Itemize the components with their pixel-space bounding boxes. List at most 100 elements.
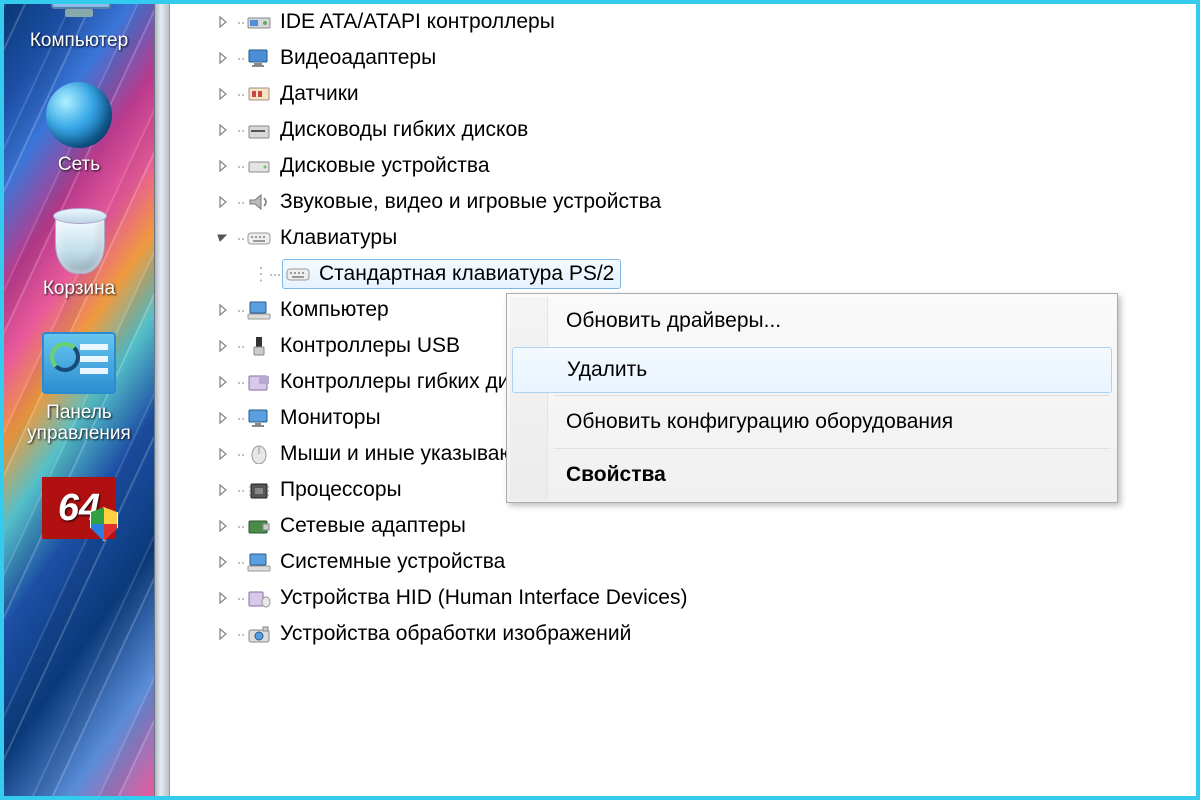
desktop-icon-label: Компьютер: [4, 30, 154, 52]
tree-category[interactable]: ·· Дисководы гибких дисков: [174, 112, 1192, 148]
tree-category-label: Клавиатуры: [280, 226, 397, 250]
tree-category-label: Устройства HID (Human Interface Devices): [280, 586, 687, 610]
tree-category[interactable]: ·· Клавиатуры: [174, 220, 1192, 256]
chevron-down-icon[interactable]: [216, 231, 230, 245]
tree-connector: ··: [236, 228, 244, 249]
desktop-icon-label: Корзина: [4, 278, 154, 300]
tree-connector: ··: [236, 624, 244, 645]
chevron-right-icon[interactable]: [216, 447, 230, 461]
tree-connector: ⋮···: [252, 264, 280, 285]
tree-category-label: Видеоадаптеры: [280, 46, 436, 70]
tree-connector: ··: [236, 192, 244, 213]
chevron-right-icon[interactable]: [216, 15, 230, 29]
chevron-right-icon[interactable]: [216, 123, 230, 137]
context-menu-item[interactable]: Свойства: [510, 451, 1114, 499]
ide-icon: [246, 11, 272, 33]
globe-icon: [42, 80, 116, 150]
fdc-icon: [246, 371, 272, 393]
tree-category-label: Сетевые адаптеры: [280, 514, 466, 538]
chevron-right-icon[interactable]: [216, 375, 230, 389]
tree-category-label: Компьютер: [280, 298, 389, 322]
computer-icon: [42, 4, 116, 26]
display-icon: [246, 47, 272, 69]
chevron-right-icon[interactable]: [216, 339, 230, 353]
desktop-icon-network[interactable]: Сеть: [4, 80, 154, 176]
tree-connector: ··: [236, 516, 244, 537]
context-menu-separator: [554, 395, 1110, 396]
window-frame-edge: [154, 4, 170, 796]
tree-category[interactable]: ·· IDE ATA/ATAPI контроллеры: [174, 4, 1192, 40]
tree-category[interactable]: ·· Звуковые, видео и игровые устройства: [174, 184, 1192, 220]
tree-connector: ··: [236, 336, 244, 357]
chevron-right-icon[interactable]: [216, 87, 230, 101]
desktop-icon-recycle-bin[interactable]: Корзина: [4, 204, 154, 300]
recycle-bin-icon: [42, 204, 116, 274]
tree-connector: ··: [236, 300, 244, 321]
computer-icon: [246, 299, 272, 321]
hid-icon: [246, 587, 272, 609]
tree-category-label: Процессоры: [280, 478, 402, 502]
tree-category-label: Датчики: [280, 82, 359, 106]
tree-category[interactable]: ·· Датчики: [174, 76, 1192, 112]
chevron-right-icon[interactable]: [216, 627, 230, 641]
tree-category[interactable]: ·· Сетевые адаптеры: [174, 508, 1192, 544]
chevron-right-icon[interactable]: [216, 483, 230, 497]
chevron-right-icon[interactable]: [216, 411, 230, 425]
mouse-icon: [246, 443, 272, 465]
chevron-right-icon[interactable]: [216, 591, 230, 605]
desktop-icon-control-panel[interactable]: Панель управления: [4, 328, 154, 446]
tree-connector: ··: [236, 444, 244, 465]
sensor-icon: [246, 83, 272, 105]
tree-category-label: Контроллеры USB: [280, 334, 460, 358]
context-menu-item[interactable]: Обновить конфигурацию оборудования: [510, 398, 1114, 446]
tree-connector: ··: [236, 84, 244, 105]
tree-connector: ··: [236, 48, 244, 69]
cpu-icon: [246, 479, 272, 501]
chevron-right-icon[interactable]: [216, 303, 230, 317]
chevron-right-icon[interactable]: [216, 555, 230, 569]
context-menu-item[interactable]: Обновить драйверы...: [510, 297, 1114, 345]
imaging-icon: [246, 623, 272, 645]
nic-icon: [246, 515, 272, 537]
tree-device[interactable]: ⋮··· Стандартная клавиатура PS/2: [174, 256, 1192, 292]
desktop: Компьютер Сеть Корзина Панель управления…: [4, 4, 154, 796]
floppy-icon: [246, 119, 272, 141]
context-menu: Обновить драйверы...Удалить Обновить конф…: [506, 293, 1118, 503]
tree-connector: ··: [236, 552, 244, 573]
chevron-right-icon[interactable]: [216, 159, 230, 173]
keyboard-icon: [246, 227, 272, 249]
tree-category-label: Звуковые, видео и игровые устройства: [280, 190, 661, 214]
tree-category-label: Устройства обработки изображений: [280, 622, 631, 646]
tree-category-label: Дисководы гибких дисков: [280, 118, 528, 142]
sound-icon: [246, 191, 272, 213]
app64-icon: 64: [42, 473, 116, 543]
chevron-right-icon[interactable]: [216, 51, 230, 65]
desktop-icon-label: Панель управления: [4, 402, 154, 446]
chevron-right-icon[interactable]: [216, 519, 230, 533]
control-panel-icon: [42, 328, 116, 398]
tree-device-label: Стандартная клавиатура PS/2: [319, 262, 614, 286]
chevron-right-icon[interactable]: [216, 195, 230, 209]
tree-category[interactable]: ··Устройства HID (Human Interface Device…: [174, 580, 1192, 616]
desktop-icon-label: Сеть: [4, 154, 154, 176]
tree-category-label: Мониторы: [280, 406, 381, 430]
tree-connector: ··: [236, 372, 244, 393]
context-menu-separator: [554, 448, 1110, 449]
tree-connector: ··: [236, 480, 244, 501]
tree-category-label: IDE ATA/ATAPI контроллеры: [280, 10, 555, 34]
tree-category-label: Системные устройства: [280, 550, 505, 574]
usb-icon: [246, 335, 272, 357]
desktop-icon-computer[interactable]: Компьютер: [4, 4, 154, 52]
tree-connector: ··: [236, 408, 244, 429]
desktop-icon-app64[interactable]: 64: [4, 473, 154, 543]
keyboard-icon: [285, 263, 311, 285]
tree-category[interactable]: ·· Устройства обработки изображений: [174, 616, 1192, 652]
tree-category[interactable]: ·· Видеоадаптеры: [174, 40, 1192, 76]
tree-category[interactable]: ·· Системные устройства: [174, 544, 1192, 580]
tree-connector: ··: [236, 156, 244, 177]
context-menu-item[interactable]: Удалить: [512, 347, 1112, 393]
tree-category-label: Дисковые устройства: [280, 154, 490, 178]
tree-connector: ··: [236, 12, 244, 33]
tree-connector: ··: [236, 120, 244, 141]
tree-category[interactable]: ·· Дисковые устройства: [174, 148, 1192, 184]
